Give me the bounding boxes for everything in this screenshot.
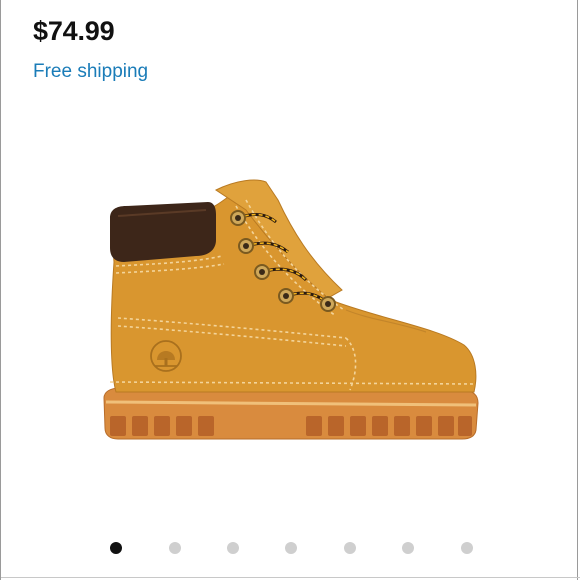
boot-image: [103, 179, 479, 440]
bottom-divider: [1, 577, 580, 578]
carousel-dot-1[interactable]: [110, 542, 122, 554]
free-shipping-link[interactable]: Free shipping: [33, 61, 148, 83]
carousel-dot-6[interactable]: [402, 542, 414, 554]
image-carousel-pager: [1, 540, 580, 556]
carousel-dot-2[interactable]: [169, 542, 181, 554]
product-price: $74.99: [33, 16, 115, 46]
carousel-dot-3[interactable]: [227, 542, 239, 554]
carousel-dot-7[interactable]: [461, 542, 473, 554]
carousel-dot-5[interactable]: [344, 542, 356, 554]
carousel-dot-4[interactable]: [285, 542, 297, 554]
product-card: $74.99 Free shipping: [0, 0, 580, 580]
